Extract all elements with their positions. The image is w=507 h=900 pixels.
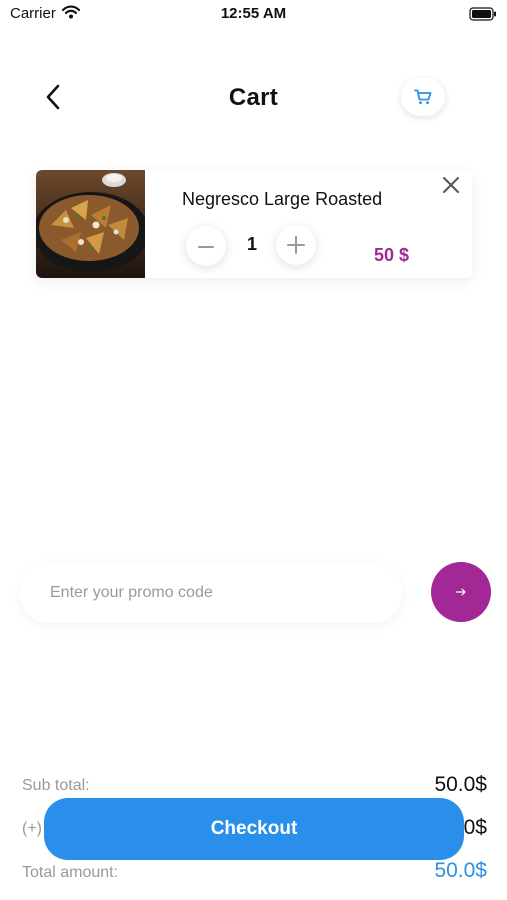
cart-item-card: Negresco Large Roasted 1 50 $: [36, 170, 472, 278]
shopping-cart-icon: [414, 89, 432, 105]
quantity-value: 1: [246, 234, 257, 254]
item-price: 50 $: [374, 245, 410, 265]
subtotal-label: Sub total:: [22, 777, 90, 794]
total-amount-label: Total amount:: [22, 864, 119, 881]
extra-charge-label: (+): [22, 820, 42, 837]
checkout-button[interactable]: Checkout: [44, 798, 464, 860]
status-time: 12:55 AM: [220, 5, 287, 22]
plus-icon: [287, 236, 305, 254]
close-icon: [443, 177, 459, 193]
decrease-quantity-button[interactable]: [186, 226, 226, 266]
status-bar: Carrier 12:55 AM: [0, 0, 507, 30]
food-image: [36, 170, 145, 278]
minus-icon: [198, 246, 214, 248]
promo-code-field: [20, 563, 402, 623]
increase-quantity-button[interactable]: [276, 225, 316, 265]
subtotal-value: 50.0$: [434, 773, 487, 796]
promo-code-input[interactable]: [40, 563, 390, 623]
total-amount-value: 50.0$: [434, 859, 487, 882]
item-name: Negresco Large Roasted: [182, 189, 383, 209]
battery-icon: [469, 7, 497, 26]
remove-item-button[interactable]: [440, 174, 462, 196]
arrow-right-icon: [455, 588, 466, 596]
apply-promo-button[interactable]: [431, 562, 491, 622]
cart-button[interactable]: [401, 78, 445, 116]
